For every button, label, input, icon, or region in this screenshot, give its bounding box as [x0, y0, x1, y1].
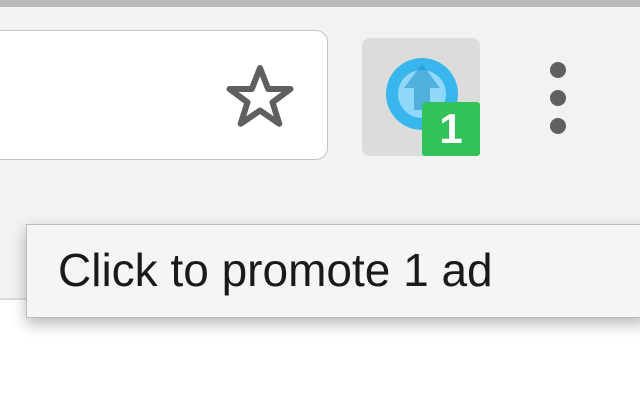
bookmark-star-button[interactable] [220, 58, 300, 138]
window-top-border [0, 0, 640, 7]
browser-menu-button[interactable] [530, 56, 586, 140]
menu-dot-icon [550, 118, 566, 134]
extension-button[interactable]: 1 [362, 38, 480, 156]
extension-tooltip: Click to promote 1 ad [26, 224, 640, 318]
menu-dot-icon [550, 90, 566, 106]
extension-badge: 1 [422, 102, 480, 156]
menu-dot-icon [550, 62, 566, 78]
tooltip-text: Click to promote 1 ad [58, 244, 493, 296]
star-outline-icon [226, 65, 294, 127]
